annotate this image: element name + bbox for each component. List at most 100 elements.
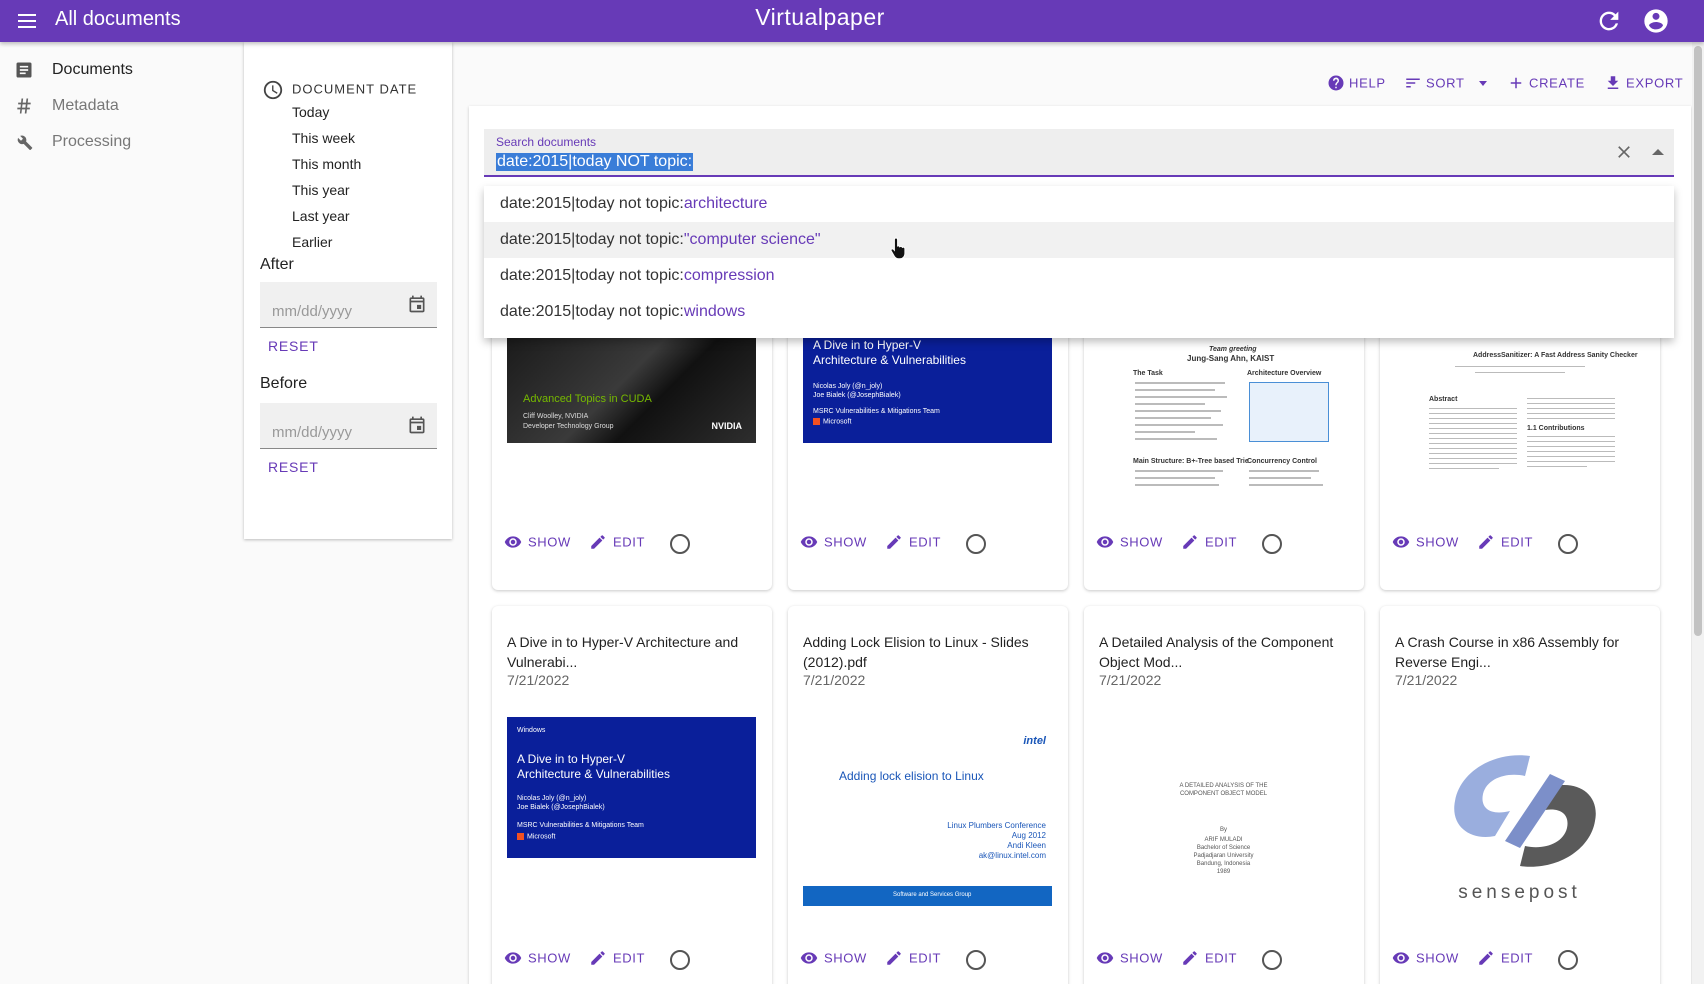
sidebar-item-documents[interactable]: Documents bbox=[0, 52, 242, 88]
eye-icon bbox=[504, 952, 522, 964]
filter-option-last-year[interactable]: Last year bbox=[292, 208, 350, 224]
scrollbar-thumb[interactable] bbox=[1694, 46, 1702, 636]
edit-button[interactable]: EDIT bbox=[885, 949, 941, 967]
suggestion-item[interactable]: date:2015|today not topic:architecture bbox=[484, 186, 1674, 222]
sidebar-item-metadata[interactable]: Metadata bbox=[0, 88, 242, 124]
thumb-os: Windows bbox=[517, 727, 546, 734]
before-date-field[interactable]: mm/dd/yyyy bbox=[260, 403, 437, 449]
sidebar-item-processing[interactable]: Processing bbox=[0, 124, 242, 160]
edit-button[interactable]: EDIT bbox=[1477, 533, 1533, 551]
microsoft-logo-text: Microsoft bbox=[823, 418, 852, 425]
search-input[interactable]: Search documents date:2015|today NOT top… bbox=[484, 129, 1674, 177]
account-icon[interactable] bbox=[1642, 7, 1670, 35]
eye-icon bbox=[800, 536, 818, 548]
calendar-icon[interactable] bbox=[407, 294, 427, 314]
document-date: 7/21/2022 bbox=[803, 672, 866, 688]
show-button[interactable]: SHOW bbox=[1392, 949, 1459, 967]
thumb-author: Andi Kleen bbox=[1007, 841, 1046, 850]
thumb-author: Cliff Woolley, NVIDIA bbox=[523, 413, 589, 420]
edit-button[interactable]: EDIT bbox=[1181, 533, 1237, 551]
document-card[interactable]: AddressSanitizer: A Fast Address Sanity … bbox=[1380, 300, 1660, 590]
select-checkbox[interactable] bbox=[966, 950, 986, 970]
document-title[interactable]: A Detailed Analysis of the Component Obj… bbox=[1099, 632, 1354, 672]
refresh-icon[interactable] bbox=[1595, 7, 1623, 35]
select-checkbox[interactable] bbox=[670, 534, 690, 554]
document-thumbnail[interactable]: Team greeting Jung-Sang Ahn, KAIST The T… bbox=[1099, 338, 1348, 503]
document-card[interactable]: A Dive in to Hyper-V Architecture & Vuln… bbox=[788, 300, 1068, 590]
document-thumbnail[interactable]: A Dive in to Hyper-V Architecture & Vuln… bbox=[803, 338, 1052, 443]
before-label: Before bbox=[260, 375, 308, 392]
show-button[interactable]: SHOW bbox=[800, 533, 867, 551]
document-card[interactable]: A Dive in to Hyper-V Architecture and Vu… bbox=[492, 606, 772, 984]
microsoft-logo: Microsoft bbox=[517, 832, 555, 840]
document-thumbnail[interactable]: intel Adding lock elision to Linux Linux… bbox=[803, 717, 1052, 906]
document-title[interactable]: A Crash Course in x86 Assembly for Rever… bbox=[1395, 632, 1650, 672]
show-button[interactable]: SHOW bbox=[504, 949, 571, 967]
suggestion-item[interactable]: date:2015|today not topic:windows bbox=[484, 294, 1674, 330]
sidebar-item-label: Documents bbox=[52, 61, 133, 78]
document-thumbnail[interactable]: A DETAILED ANALYSIS OF THE COMPONENT OBJ… bbox=[1099, 717, 1348, 917]
thumb-heading-2: Architecture & Vulnerabilities bbox=[517, 767, 670, 781]
help-button[interactable]: HELP bbox=[1327, 74, 1386, 92]
create-button[interactable]: CREATE bbox=[1507, 74, 1585, 92]
search-value[interactable]: date:2015|today NOT topic: bbox=[496, 153, 694, 171]
document-card[interactable]: A Detailed Analysis of the Component Obj… bbox=[1084, 606, 1364, 984]
edit-label: EDIT bbox=[613, 950, 646, 966]
scrollbar[interactable] bbox=[1692, 42, 1704, 984]
document-card[interactable]: Adding Lock Elision to Linux - Slides (2… bbox=[788, 606, 1068, 984]
show-button[interactable]: SHOW bbox=[1096, 533, 1163, 551]
suggestion-prefix: date:2015|today not topic: bbox=[500, 267, 684, 284]
show-label: SHOW bbox=[1416, 534, 1459, 550]
export-button[interactable]: EXPORT bbox=[1604, 74, 1683, 92]
show-button[interactable]: SHOW bbox=[1096, 949, 1163, 967]
filter-option-today[interactable]: Today bbox=[292, 104, 329, 120]
select-checkbox[interactable] bbox=[1558, 534, 1578, 554]
edit-label: EDIT bbox=[1205, 950, 1238, 966]
document-icon bbox=[14, 60, 34, 80]
filter-option-earlier[interactable]: Earlier bbox=[292, 234, 332, 250]
show-button[interactable]: SHOW bbox=[800, 949, 867, 967]
collapse-icon[interactable] bbox=[1652, 149, 1664, 155]
reset-after-button[interactable]: RESET bbox=[268, 338, 319, 354]
show-button[interactable]: SHOW bbox=[1392, 533, 1459, 551]
edit-button[interactable]: EDIT bbox=[589, 949, 645, 967]
select-checkbox[interactable] bbox=[670, 950, 690, 970]
document-thumbnail[interactable]: AddressSanitizer: A Fast Address Sanity … bbox=[1395, 338, 1644, 503]
edit-label: EDIT bbox=[1501, 534, 1534, 550]
document-thumbnail[interactable]: Advanced Topics in CUDA Cliff Woolley, N… bbox=[507, 338, 756, 443]
thumb-section: 1.1 Contributions bbox=[1527, 425, 1585, 432]
document-title[interactable]: Adding Lock Elision to Linux - Slides (2… bbox=[803, 632, 1058, 672]
suggestion-item[interactable]: date:2015|today not topic:"computer scie… bbox=[484, 222, 1674, 258]
calendar-icon[interactable] bbox=[407, 415, 427, 435]
sort-button[interactable]: SORT bbox=[1404, 74, 1487, 92]
reset-before-button[interactable]: RESET bbox=[268, 459, 319, 475]
filter-option-this-year[interactable]: This year bbox=[292, 182, 350, 198]
edit-button[interactable]: EDIT bbox=[1181, 949, 1237, 967]
document-card[interactable]: A Crash Course in x86 Assembly for Rever… bbox=[1380, 606, 1660, 984]
document-card[interactable]: Advanced Topics in CUDA Cliff Woolley, N… bbox=[492, 300, 772, 590]
help-label: HELP bbox=[1349, 75, 1386, 91]
filter-option-this-month[interactable]: This month bbox=[292, 156, 361, 172]
thumb-date: Aug 2012 bbox=[1011, 831, 1046, 840]
after-date-field[interactable]: mm/dd/yyyy bbox=[260, 282, 437, 328]
pencil-icon bbox=[887, 951, 901, 965]
select-checkbox[interactable] bbox=[966, 534, 986, 554]
thumb-heading: Advanced Topics in CUDA bbox=[523, 393, 652, 405]
clear-icon[interactable] bbox=[1614, 142, 1634, 162]
edit-button[interactable]: EDIT bbox=[885, 533, 941, 551]
document-title[interactable]: A Dive in to Hyper-V Architecture and Vu… bbox=[507, 632, 762, 672]
show-button[interactable]: SHOW bbox=[504, 533, 571, 551]
edit-button[interactable]: EDIT bbox=[589, 533, 645, 551]
thumb-section: Concurrency Control bbox=[1247, 458, 1318, 465]
document-thumbnail[interactable]: sensepost bbox=[1395, 746, 1644, 906]
thumb-author-2: Joe Bialek (@JosephBialek) bbox=[517, 804, 605, 811]
select-checkbox[interactable] bbox=[1262, 950, 1282, 970]
edit-button[interactable]: EDIT bbox=[1477, 949, 1533, 967]
document-thumbnail[interactable]: Windows A Dive in to Hyper-V Architectur… bbox=[507, 717, 756, 858]
select-checkbox[interactable] bbox=[1558, 950, 1578, 970]
suggestion-item[interactable]: date:2015|today not topic:compression bbox=[484, 258, 1674, 294]
document-card[interactable]: Team greeting Jung-Sang Ahn, KAIST The T… bbox=[1084, 300, 1364, 590]
after-label: After bbox=[260, 256, 294, 273]
filter-option-this-week[interactable]: This week bbox=[292, 130, 355, 146]
select-checkbox[interactable] bbox=[1262, 534, 1282, 554]
